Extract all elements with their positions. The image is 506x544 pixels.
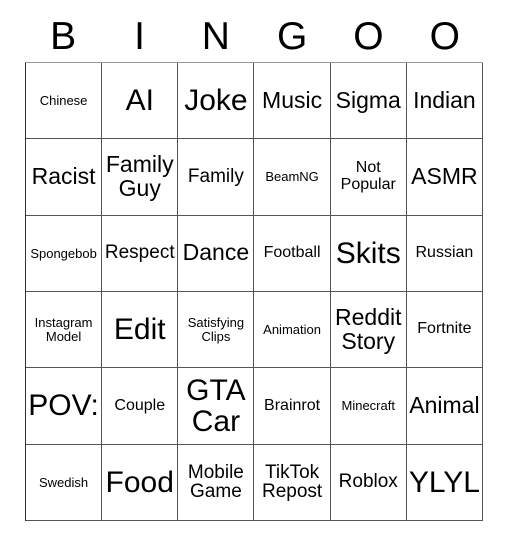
bingo-cell[interactable]: AI: [102, 63, 179, 140]
bingo-header-letter-2: N: [201, 14, 230, 58]
bingo-cell[interactable]: Fortnite: [406, 292, 483, 369]
bingo-cell[interactable]: Family: [178, 139, 255, 216]
bingo-cell-label: GTA Car: [186, 373, 246, 438]
bingo-cell-label: Minecraft: [341, 398, 395, 414]
bingo-cell-label: Indian: [413, 86, 476, 113]
bingo-cell[interactable]: Animal: [406, 368, 483, 445]
bingo-header-letter-5: O: [429, 14, 460, 58]
bingo-cell[interactable]: BeamNG: [254, 139, 331, 216]
bingo-cell[interactable]: Sigma: [330, 63, 407, 140]
bingo-cell-label: Family: [187, 166, 244, 188]
bingo-cell-label: Dance: [182, 239, 250, 266]
bingo-cell[interactable]: Edit: [102, 292, 179, 369]
bingo-cell-label: Racist: [31, 163, 96, 190]
bingo-cell-label: Football: [263, 244, 321, 262]
bingo-cell[interactable]: Respect: [102, 215, 179, 292]
bingo-cell-label: TikTok Repost: [261, 461, 323, 503]
bingo-cell-label: Animal: [409, 392, 480, 419]
bingo-cell-label: Not Popular: [340, 159, 396, 193]
bingo-header-letter-0: B: [50, 14, 77, 58]
bingo-cell-label: Edit: [113, 313, 166, 347]
bingo-cell-label: Chinese: [39, 92, 88, 108]
bingo-grid: Chinese AI Joke Music Sigma Indian Racist Famil…: [25, 62, 483, 521]
bingo-cell[interactable]: Food: [102, 444, 179, 521]
bingo-cell-label: ASMR: [411, 163, 478, 190]
bingo-header-row: B I N G O O: [25, 10, 483, 62]
bingo-cell[interactable]: POV:: [26, 368, 103, 445]
bingo-cell-label: Roblox: [338, 471, 398, 493]
bingo-cell-label: AI: [125, 84, 154, 118]
bingo-cell[interactable]: Dance: [178, 215, 255, 292]
bingo-cell[interactable]: GTA Car: [178, 368, 255, 445]
bingo-cell-label: Swedish: [39, 474, 89, 490]
bingo-cell-label: Skits: [335, 236, 401, 270]
bingo-cell[interactable]: Satisfying Clips: [178, 292, 255, 369]
bingo-cell[interactable]: Football: [254, 215, 331, 292]
bingo-header-letter-4: O: [353, 14, 384, 58]
bingo-cell[interactable]: Reddit Story: [330, 292, 407, 369]
bingo-cell[interactable]: Mobile Game: [178, 444, 255, 521]
bingo-cell-label: Reddit Story: [335, 303, 402, 354]
bingo-cell[interactable]: Couple: [102, 368, 179, 445]
bingo-cell[interactable]: TikTok Repost: [254, 444, 331, 521]
bingo-cell-label: Food: [105, 465, 174, 499]
bingo-cell[interactable]: Family Guy: [102, 139, 179, 216]
bingo-cell[interactable]: Spongebob: [26, 215, 103, 292]
bingo-cell[interactable]: Animation: [254, 292, 331, 369]
bingo-cell-label: Satisfying Clips: [187, 315, 245, 344]
bingo-cell[interactable]: ASMR: [406, 139, 483, 216]
bingo-cell[interactable]: Music: [254, 63, 331, 140]
bingo-cell[interactable]: Chinese: [26, 63, 103, 140]
bingo-cell-label: Couple: [114, 396, 166, 414]
bingo-cell[interactable]: Indian: [406, 63, 483, 140]
bingo-cell-label: Mobile Game: [187, 461, 244, 503]
bingo-cell-label: Joke: [184, 84, 248, 118]
bingo-cell-label: YLYL: [408, 465, 480, 499]
bingo-cell[interactable]: Roblox: [330, 444, 407, 521]
bingo-cell[interactable]: Russian: [406, 215, 483, 292]
bingo-header-letter-3: G: [276, 14, 308, 58]
bingo-cell-label: Fortnite: [417, 320, 472, 338]
bingo-cell[interactable]: Brainrot: [254, 368, 331, 445]
bingo-cell[interactable]: Minecraft: [330, 368, 407, 445]
bingo-cell-label: Sigma: [335, 86, 401, 113]
bingo-cell[interactable]: Not Popular: [330, 139, 407, 216]
bingo-cell[interactable]: Swedish: [26, 444, 103, 521]
bingo-cell-label: Respect: [104, 242, 175, 264]
bingo-cell-label: Music: [262, 86, 323, 113]
bingo-cell-label: Brainrot: [264, 396, 321, 414]
bingo-cell-label: Spongebob: [30, 245, 97, 261]
bingo-cell-label: Family Guy: [105, 151, 174, 201]
bingo-header-letter-1: I: [134, 14, 145, 58]
bingo-cell[interactable]: YLYL: [406, 444, 483, 521]
bingo-card: B I N G O O Chinese AI Joke Music Sigma India…: [0, 0, 506, 544]
bingo-cell[interactable]: Racist: [26, 139, 103, 216]
bingo-cell[interactable]: Joke: [178, 63, 255, 140]
bingo-cell-label: Instagram Model: [34, 315, 93, 344]
bingo-cell-label: POV:: [28, 389, 99, 423]
bingo-cell[interactable]: Instagram Model: [26, 292, 103, 369]
bingo-cell[interactable]: Skits: [330, 215, 407, 292]
bingo-cell-label: BeamNG: [265, 169, 319, 185]
bingo-cell-label: Russian: [415, 244, 474, 262]
bingo-cell-label: Animation: [263, 321, 321, 337]
